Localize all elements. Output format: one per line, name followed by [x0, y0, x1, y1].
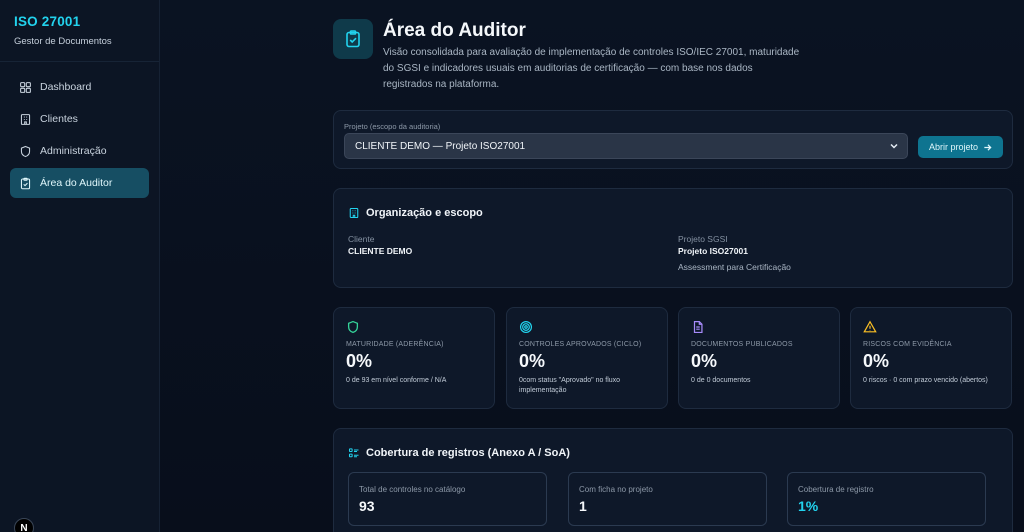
- sidebar: ISO 27001 Gestor de Documentos Dashboard…: [0, 0, 160, 532]
- coverage-label: Total de controles no catálogo: [359, 485, 466, 494]
- sidebar-item-dashboard[interactable]: Dashboard: [10, 72, 149, 102]
- sidebar-item-label: Dashboard: [40, 81, 92, 93]
- page-description: Visão consolidada para avaliação de impl…: [383, 47, 800, 90]
- stat-card-maturity: Maturidade (aderência) 0% 0 de 93 em nív…: [333, 307, 495, 409]
- clipboard-check-icon: [333, 19, 373, 59]
- coverage-label: Com ficha no projeto: [579, 485, 653, 494]
- coverage-box-total: Total de controles no catálogo 93: [348, 472, 547, 526]
- target-icon: [519, 320, 533, 334]
- organization-title-text: Organização e escopo: [366, 207, 483, 219]
- sidebar-nav: Dashboard Clientes Administração Área do…: [0, 62, 159, 198]
- stat-subtext: 0 de 93 em nível conforme / N/A: [346, 377, 447, 384]
- project-selector-card: Projeto (escopo da auditoria) CLIENTE DE…: [333, 110, 1013, 169]
- stat-value: 0%: [346, 351, 373, 371]
- project-sgsi-value: Projeto ISO27001: [678, 246, 748, 256]
- project-select[interactable]: CLIENTE DEMO — Projeto ISO27001: [344, 133, 908, 159]
- coverage-value: 1: [579, 498, 587, 514]
- arrow-right-icon: [984, 143, 992, 151]
- stat-value: 0%: [863, 351, 890, 371]
- stat-subtext: 0 de 0 documentos: [691, 377, 751, 384]
- project-sgsi-label: Projeto SGSI: [678, 234, 728, 244]
- stat-value: 0%: [519, 351, 546, 371]
- stat-value: 0%: [691, 351, 718, 371]
- main-content: Área do Auditor Visão consolidada para a…: [160, 0, 1024, 532]
- sidebar-item-area-do-auditor[interactable]: Área do Auditor: [10, 168, 149, 198]
- app-subtitle: Gestor de Documentos: [14, 36, 112, 47]
- project-label: Projeto (escopo da auditoria): [344, 122, 441, 131]
- shield-icon: [20, 145, 31, 157]
- sidebar-item-administracao[interactable]: Administração: [10, 136, 149, 166]
- client-label: Cliente: [348, 234, 375, 244]
- next-logo-icon[interactable]: N: [14, 518, 34, 532]
- brand: ISO 27001 Gestor de Documentos: [0, 0, 159, 62]
- stat-label: Controles aprovados (ciclo): [519, 341, 642, 348]
- building-icon: [349, 207, 359, 219]
- warning-icon: [863, 320, 877, 333]
- chevron-down-icon: [890, 143, 898, 149]
- project-sgsi-subtitle: Assessment para Certificação: [678, 262, 791, 272]
- project-select-value: CLIENTE DEMO — Projeto ISO27001: [355, 140, 526, 152]
- coverage-box-with-record: Com ficha no projeto 1: [568, 472, 767, 526]
- coverage-value: 1%: [798, 498, 819, 514]
- shield-icon: [347, 320, 359, 334]
- stat-subtext: 0 riscos · 0 com prazo vencido (abertos): [863, 377, 988, 384]
- coverage-box-percentage: Cobertura de registro 1%: [787, 472, 986, 526]
- stat-card-approved-controls: Controles aprovados (ciclo) 0% 0com stat…: [506, 307, 668, 409]
- clipboard-check-icon: [20, 177, 31, 189]
- sidebar-item-label: Área do Auditor: [40, 177, 113, 189]
- coverage-title: Cobertura de registros (Anexo A / SoA): [348, 447, 570, 459]
- building-icon: [20, 113, 31, 125]
- stat-label: Riscos com evidência: [863, 341, 952, 348]
- organization-title: Organização e escopo: [348, 207, 483, 219]
- stat-label: Documentos publicados: [691, 341, 793, 348]
- open-project-label: Abrir projeto: [928, 142, 979, 152]
- coverage-title-text: Cobertura de registros (Anexo A / SoA): [366, 447, 570, 459]
- stat-card-published-documents: Documentos publicados 0% 0 de 0 document…: [678, 307, 840, 409]
- document-icon: [693, 320, 703, 334]
- sidebar-item-clientes[interactable]: Clientes: [10, 104, 149, 134]
- organization-card: Organização e escopo Cliente CLIENTE DEM…: [333, 188, 1013, 288]
- sidebar-item-label: Clientes: [40, 113, 78, 125]
- stat-label: Maturidade (aderência): [346, 341, 444, 348]
- coverage-label: Cobertura de registro: [798, 485, 874, 494]
- checklist-icon: [348, 448, 359, 458]
- coverage-value: 93: [359, 498, 375, 514]
- open-project-button[interactable]: Abrir projeto: [918, 136, 1003, 158]
- sidebar-item-label: Administração: [40, 145, 107, 157]
- grid-icon: [20, 81, 31, 93]
- stat-card-risks-evidence: Riscos com evidência 0% 0 riscos · 0 com…: [850, 307, 1012, 409]
- stat-subtext: 0com status "Aprovado" no fluxo implemen…: [519, 377, 621, 394]
- app-title: ISO 27001: [14, 14, 81, 29]
- coverage-card: Cobertura de registros (Anexo A / SoA) T…: [333, 428, 1013, 532]
- client-value: CLIENTE DEMO: [348, 246, 413, 256]
- page-title: Área do Auditor: [383, 20, 526, 41]
